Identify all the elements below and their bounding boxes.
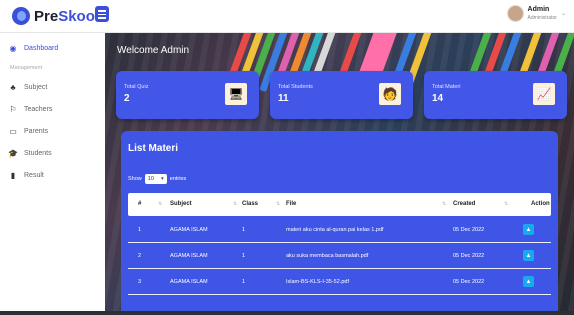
sort-icon[interactable]: ⇅ [442, 201, 446, 207]
sidebar-item-label: Dashboard [24, 45, 59, 52]
download-button[interactable]: ▲ [523, 224, 534, 235]
sidebar-item-teachers[interactable]: ⚐ Teachers [8, 105, 52, 114]
quiz-icon: 🖥 [225, 83, 247, 105]
sidebar-item-label: Students [24, 150, 52, 157]
stat-label: Total Materi [432, 84, 461, 90]
sidebar-item-subject[interactable]: ♣ Subject [8, 83, 47, 92]
entries-label: entries [169, 176, 187, 182]
bottom-edge [0, 311, 574, 315]
cell-created: 05 Dec 2022 [453, 253, 485, 259]
cell-subject: AGAMA ISLAM [170, 227, 208, 233]
cell-no: 3 [138, 279, 142, 285]
page-size-control: Show 10 ▾ entries [128, 174, 186, 184]
table-row: 1 AGAMA ISLAM 1 materi aku cinta al-qura… [128, 217, 551, 243]
user-role: Administrator [527, 14, 557, 21]
table-row: 3 AGAMA ISLAM 1 Islam-BS-KLS-I-35-52.pdf… [128, 269, 551, 295]
sidebar: ◉ Dashboard Management ♣ Subject ⚐ Teach… [0, 33, 105, 315]
app-logo[interactable]: PreSkool [12, 7, 99, 25]
sidebar-item-label: Parents [24, 128, 49, 135]
download-icon: ▲ [525, 278, 532, 285]
user-name: Admin [527, 5, 550, 13]
sort-icon[interactable]: ⇅ [158, 201, 162, 207]
cell-file: aku suka membaca basmalah.pdf [286, 253, 369, 259]
sort-icon[interactable]: ⇅ [504, 201, 508, 207]
subject-icon: ♣ [10, 83, 16, 92]
page-size-value: 10 [147, 176, 154, 182]
cell-file: Islam-BS-KLS-I-35-52.pdf [286, 279, 349, 285]
cell-class: 1 [242, 279, 246, 285]
stat-value: 11 [278, 93, 289, 104]
page-size-select[interactable]: 10 ▾ [144, 174, 167, 184]
download-button[interactable]: ▲ [523, 250, 534, 261]
table-header: # ⇅ Subject ⇅ Class ⇅ File ⇅ Created ⇅ A… [128, 193, 551, 216]
cell-class: 1 [242, 253, 246, 259]
show-label: Show [128, 176, 142, 182]
user-menu[interactable]: Admin Administrator ⌄ [506, 5, 566, 22]
cell-created: 05 Dec 2022 [453, 227, 485, 233]
cell-created: 05 Dec 2022 [453, 279, 485, 285]
cell-no: 2 [138, 253, 142, 259]
chevron-down-icon: ⌄ [560, 11, 566, 17]
stat-value: 2 [124, 93, 130, 104]
sidebar-item-students[interactable]: 🎓 Students [8, 149, 52, 158]
sidebar-item-label: Subject [24, 84, 48, 91]
sidebar-item-result[interactable]: ▮ Result [8, 171, 44, 180]
menu-toggle-button[interactable] [95, 6, 109, 22]
materi-icon: 📈 [533, 83, 555, 105]
app-name: PreSkool [34, 7, 100, 25]
sort-icon[interactable]: ⇅ [276, 201, 280, 207]
logo-icon [12, 7, 30, 25]
column-header-action: Action [531, 201, 550, 207]
teachers-icon: ⚐ [9, 105, 17, 114]
cell-no: 1 [138, 227, 142, 233]
cell-class: 1 [242, 227, 246, 233]
download-icon: ▲ [525, 252, 532, 259]
top-bar: PreSkool Admin Administrator ⌄ [0, 0, 574, 33]
chevron-down-icon: ▾ [161, 176, 164, 182]
stat-value: 14 [432, 93, 444, 104]
column-header-subject[interactable]: Subject [170, 201, 192, 207]
cell-subject: AGAMA ISLAM [170, 253, 208, 259]
download-icon: ▲ [525, 226, 532, 233]
avatar [506, 5, 524, 22]
column-header-no[interactable]: # [138, 201, 141, 207]
stat-card-students: Total Students 11 🧑 [270, 71, 413, 119]
sidebar-item-dashboard[interactable]: ◉ Dashboard [8, 44, 59, 53]
download-button[interactable]: ▲ [523, 276, 534, 287]
student-icon: 🧑 [379, 83, 401, 105]
sort-icon[interactable]: ⇅ [233, 201, 237, 207]
column-header-file[interactable]: File [286, 201, 296, 207]
panel-title: List Materi [128, 143, 179, 154]
sidebar-section-label: Management [10, 65, 43, 71]
main-content: Welcome Admin Total Quiz 2 🖥 Total Stude… [105, 33, 574, 315]
dashboard-icon: ◉ [9, 44, 17, 53]
sidebar-item-label: Teachers [24, 106, 53, 113]
welcome-text: Welcome Admin [117, 45, 190, 56]
column-header-created[interactable]: Created [453, 201, 475, 207]
cell-file: materi aku cinta al-quran pai kelas 1.pd… [286, 227, 384, 233]
result-icon: ▮ [10, 171, 16, 180]
cell-subject: AGAMA ISLAM [170, 279, 208, 285]
column-header-class[interactable]: Class [242, 201, 258, 207]
sidebar-item-parents[interactable]: ▭ Parents [8, 127, 48, 136]
stat-label: Total Quiz [124, 84, 149, 90]
table-row: 2 AGAMA ISLAM 1 aku suka membaca basmala… [128, 243, 551, 269]
stat-card-materi: Total Materi 14 📈 [424, 71, 567, 119]
students-icon: 🎓 [8, 149, 18, 158]
stat-label: Total Students [278, 84, 313, 90]
stat-card-quiz: Total Quiz 2 🖥 [116, 71, 259, 119]
sidebar-item-label: Result [24, 172, 44, 179]
list-materi-panel: List Materi Show 10 ▾ entries # ⇅ Subjec… [121, 131, 558, 315]
parents-icon: ▭ [9, 127, 17, 136]
